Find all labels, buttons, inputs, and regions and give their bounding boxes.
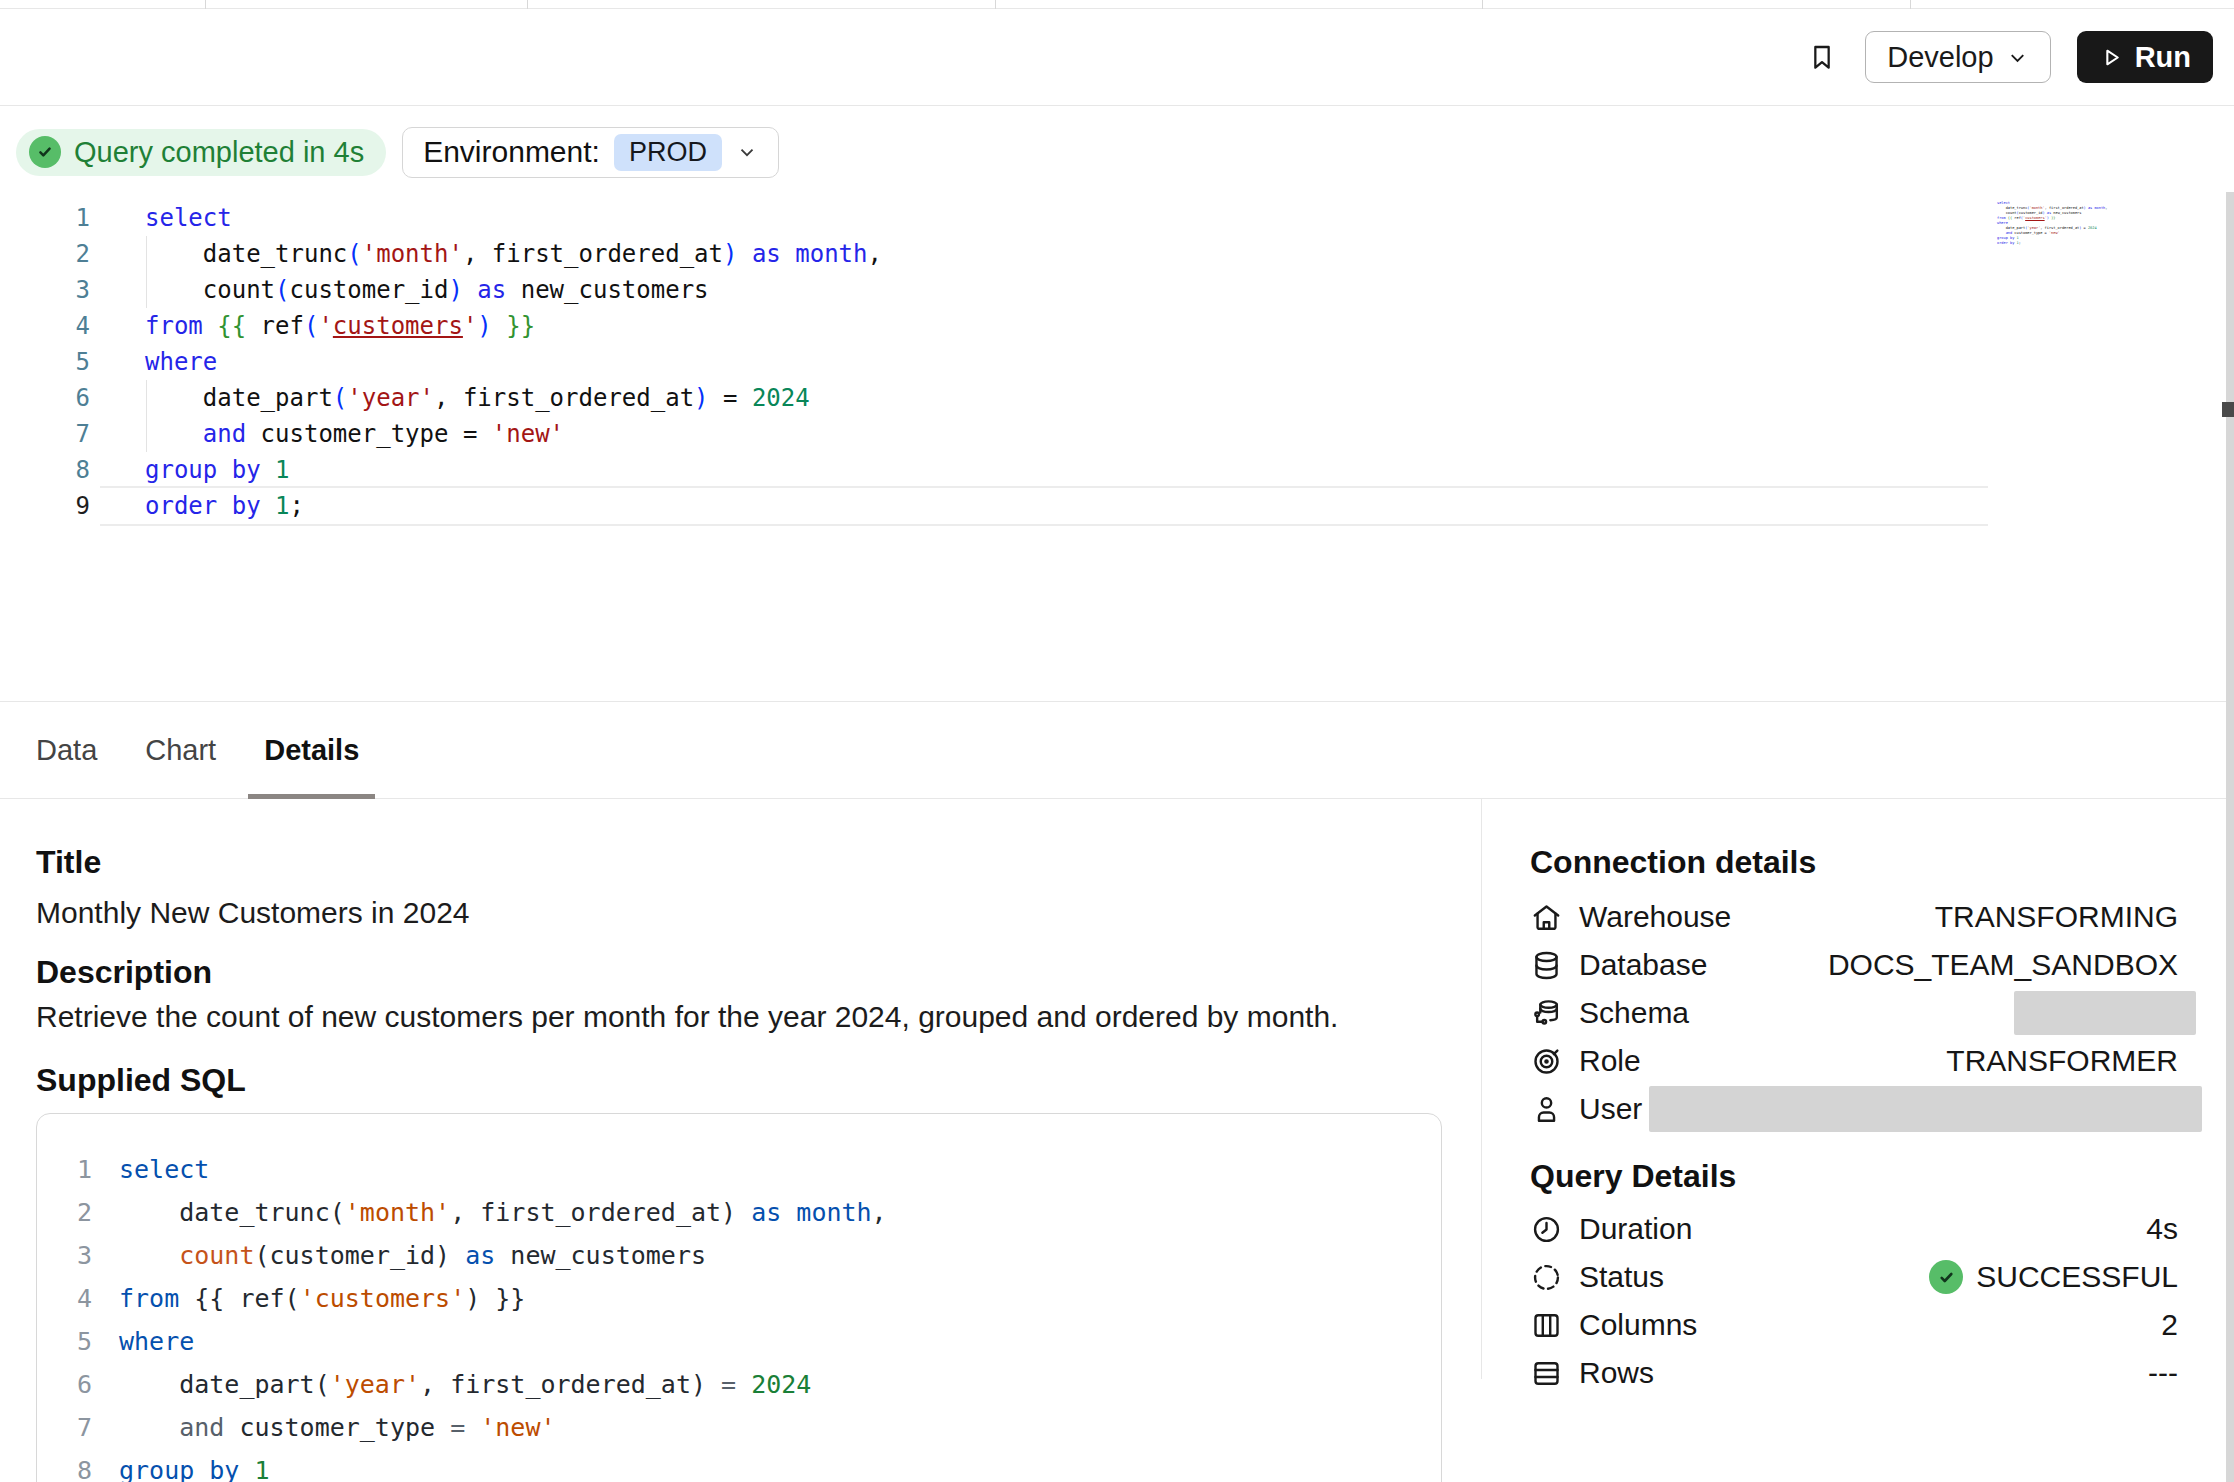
connection-row-database: Database DOCS_TEAM_SANDBOX (1530, 941, 2178, 989)
supplied-sql-heading: Supplied SQL (36, 1061, 1441, 1099)
success-check-icon (1929, 1260, 1963, 1294)
code-line: 8group by 1 (0, 452, 2234, 488)
row-label: Rows (1579, 1356, 1654, 1390)
duration-icon (1530, 1213, 1563, 1246)
editor-minimap[interactable]: select date_trunc('month', first_ordered… (1997, 201, 2107, 246)
environment-label: Environment: (423, 135, 600, 169)
tab-chart[interactable]: Chart (145, 702, 216, 799)
code-line: 8group by 1 (37, 1449, 1441, 1482)
code-line: 5where (37, 1320, 1441, 1363)
title-value: Monthly New Customers in 2024 (36, 895, 1441, 931)
supplied-sql-block: 1select2 date_trunc('month', first_order… (36, 1113, 1442, 1482)
code-line: 4from {{ ref('customers') }} (37, 1277, 1441, 1320)
code-line: 7 and customer_type = 'new' (37, 1406, 1441, 1449)
toolbar: Develop Run (0, 9, 2234, 106)
result-tabs: Data Chart Details (0, 702, 2234, 799)
play-icon (2099, 45, 2124, 70)
code-line: 1select (37, 1148, 1441, 1191)
query-details-row-duration: Duration 4s (1530, 1205, 2178, 1253)
row-value: --- (2148, 1356, 2178, 1390)
row-value: 2 (2161, 1308, 2178, 1342)
tab-separator (1910, 0, 1911, 9)
environment-selector[interactable]: Environment: PROD (402, 127, 779, 178)
check-icon (29, 136, 61, 168)
chevron-down-icon (2006, 46, 2029, 69)
connection-row-role: Role TRANSFORMER (1530, 1037, 2178, 1085)
user-icon (1530, 1093, 1563, 1126)
code-line: 4from {{ ref('customers') }} (0, 308, 2234, 344)
code-line: 3 count(customer_id) as new_customers (0, 272, 2234, 308)
query-details-heading: Query Details (1530, 1159, 2178, 1193)
code-line: 2 date_trunc('month', first_ordered_at) … (0, 236, 2234, 272)
code-line: 7 and customer_type = 'new' (0, 416, 2234, 452)
row-label: Database (1579, 948, 1707, 982)
code-line: 2 date_trunc('month', first_ordered_at) … (37, 1191, 1441, 1234)
row-label: Status (1579, 1260, 1664, 1294)
connection-details-heading: Connection details (1530, 845, 2178, 879)
role-icon (1530, 1045, 1563, 1078)
code-line: 3 count(customer_id) as new_customers (37, 1234, 1441, 1277)
query-status-text: Query completed in 4s (74, 136, 364, 169)
row-value: TRANSFORMER (1946, 1044, 2178, 1078)
schema-icon (1530, 997, 1563, 1030)
connection-row-schema: Schema (1530, 989, 2178, 1037)
details-content: Title Monthly New Customers in 2024 Desc… (0, 799, 2234, 1379)
scrollbar-track[interactable] (2226, 192, 2234, 1482)
run-button-label: Run (2135, 41, 2191, 74)
environment-value-badge: PROD (614, 134, 722, 171)
sql-editor[interactable]: 1select2 date_trunc('month', first_order… (0, 198, 2234, 702)
indent-guide (146, 236, 147, 308)
row-label: Duration (1579, 1212, 1692, 1246)
status-bar: Query completed in 4s Environment: PROD (0, 106, 2234, 198)
query-details-row-status: Status SUCCESSFUL (1530, 1253, 2178, 1301)
warehouse-icon (1530, 901, 1563, 934)
redacted-value (1649, 1086, 2202, 1132)
rows-icon (1530, 1357, 1563, 1390)
develop-button-label: Develop (1887, 41, 1993, 74)
redacted-value (2014, 991, 2196, 1035)
chevron-down-icon (736, 141, 758, 163)
query-status-pill: Query completed in 4s (16, 129, 386, 176)
connection-row-user: User (1530, 1085, 2178, 1133)
title-heading: Title (36, 843, 1441, 881)
tab-separator (527, 0, 528, 9)
row-value: 4s (2146, 1212, 2178, 1246)
current-line-highlight (100, 486, 1988, 526)
scrollbar-thumb[interactable] (2222, 402, 2234, 417)
tab-details[interactable]: Details (264, 702, 359, 799)
description-value: Retrieve the count of new customers per … (36, 999, 1441, 1035)
code-line: 6 date_part('year', first_ordered_at) = … (37, 1363, 1441, 1406)
row-label: User (1579, 1092, 1642, 1126)
tab-separator (995, 0, 996, 9)
query-details-row-rows: Rows --- (1530, 1349, 2178, 1397)
details-right-pane: Connection details Warehouse TRANSFORMING… (1482, 799, 2234, 1379)
file-tabs-strip (0, 0, 2234, 9)
row-value: SUCCESSFUL (1976, 1260, 2178, 1294)
indent-guide (146, 380, 147, 452)
run-button[interactable]: Run (2077, 31, 2213, 83)
code-line: 1select (0, 200, 2234, 236)
tab-data[interactable]: Data (36, 702, 97, 799)
code-line: 5where (0, 344, 2234, 380)
row-label: Warehouse (1579, 900, 1731, 934)
code-line: 6 date_part('year', first_ordered_at) = … (0, 380, 2234, 416)
query-page: Develop Run Query completed in 4s Enviro… (0, 0, 2234, 1482)
query-details-row-columns: Columns 2 (1530, 1301, 2178, 1349)
connection-row-warehouse: Warehouse TRANSFORMING (1530, 893, 2178, 941)
row-value: TRANSFORMING (1935, 900, 2178, 934)
row-label: Role (1579, 1044, 1641, 1078)
tab-separator (1482, 0, 1483, 9)
columns-icon (1530, 1309, 1563, 1342)
develop-button[interactable]: Develop (1865, 31, 2050, 83)
details-left-pane: Title Monthly New Customers in 2024 Desc… (0, 799, 1482, 1379)
database-icon (1530, 949, 1563, 982)
row-label: Columns (1579, 1308, 1697, 1342)
description-heading: Description (36, 953, 1441, 991)
status-icon (1530, 1261, 1563, 1294)
tab-separator (205, 0, 206, 9)
bookmark-icon[interactable] (1805, 35, 1839, 79)
row-label: Schema (1579, 996, 1689, 1030)
row-value: DOCS_TEAM_SANDBOX (1828, 948, 2178, 982)
